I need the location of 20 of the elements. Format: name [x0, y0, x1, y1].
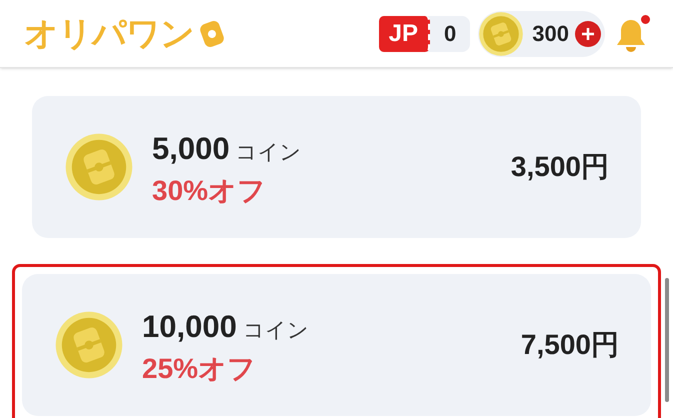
coin-icon [478, 10, 524, 56]
add-coins-button[interactable] [575, 20, 601, 46]
coin-icon [54, 310, 124, 380]
price: 3,500円 [510, 150, 609, 184]
discount-label: 25%オフ [142, 352, 258, 386]
coin-balance: 300 [532, 20, 569, 48]
coin-unit: コイン [242, 318, 309, 344]
coin-package-card[interactable]: 10,000 コイン 25%オフ 7,500円 [22, 274, 651, 416]
plus-icon [581, 26, 595, 40]
price: 7,500円 [520, 328, 619, 362]
coin-unit: コイン [236, 140, 302, 166]
ticket-count: 0 [443, 20, 458, 48]
coin-amount: 5,000 [152, 130, 230, 168]
coin-icon [64, 132, 134, 202]
ticket-badge: JP [378, 16, 430, 52]
notification-bell-icon[interactable] [615, 18, 647, 54]
coin-package-card[interactable]: 5,000 コイン 30%オフ 3,500円 [32, 96, 641, 238]
logo: オリパワン [24, 16, 194, 50]
coin-amount: 10,000 [142, 308, 237, 346]
discount-label: 30%オフ [152, 174, 268, 208]
